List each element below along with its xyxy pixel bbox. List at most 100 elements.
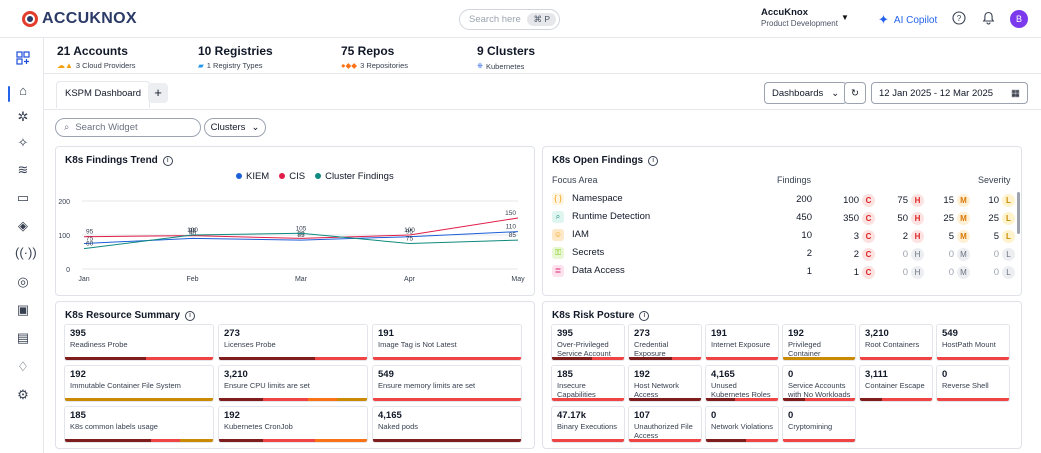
metric-tile[interactable]: 3,210 Ensure CPU limits are set (218, 365, 368, 402)
metric-value: 0 (788, 410, 794, 421)
legend-cluster-findings[interactable]: Cluster Findings (315, 171, 394, 182)
metric-tile[interactable]: 192 Privileged Container (782, 324, 856, 361)
open-findings-row[interactable]: ⚿ Secrets 2 2 C 0 H 0 M 0 L (552, 246, 1015, 264)
legend-cis[interactable]: CIS (279, 171, 305, 182)
metric-tile[interactable]: 192 Kubernetes CronJob (218, 406, 368, 443)
severity-bar (65, 357, 213, 360)
report-icon[interactable]: ▤ (15, 330, 31, 346)
sparkles-icon[interactable]: ✧ (15, 135, 31, 151)
severity-badge-l: L (1002, 266, 1015, 279)
open-findings-row[interactable]: ☺ IAM 10 3 C 2 H 5 M 5 L (552, 228, 1015, 246)
metric-tile[interactable]: 4,165 Unused Kubernetes Roles (705, 365, 779, 402)
info-icon[interactable]: i (162, 155, 173, 166)
medium-count-value: 25 (943, 213, 954, 224)
ai-copilot-button[interactable]: ✦ AI Copilot (878, 12, 937, 28)
terminal-icon[interactable]: ▭ (15, 190, 31, 206)
focus-area-label: IAM (572, 229, 589, 240)
metric-tile[interactable]: 192 Immutable Container File System (64, 365, 214, 402)
metric-tile[interactable]: 0 Service Accounts with No Workloads (782, 365, 856, 402)
user-avatar[interactable]: B (1010, 10, 1028, 28)
date-range-picker[interactable]: 12 Jan 2025 - 12 Mar 2025 ▦ (871, 82, 1028, 104)
open-findings-scrollbar[interactable] (1017, 192, 1020, 234)
metric-tile[interactable]: 0 Cryptomining (782, 406, 856, 443)
medium-count-value: 0 (948, 249, 954, 260)
clusters-filter-label: Clusters (210, 122, 246, 133)
metric-tile[interactable]: 3,111 Container Escape (859, 365, 933, 402)
info-icon[interactable]: i (648, 155, 659, 166)
metric-tile[interactable]: 395 Readiness Probe (64, 324, 214, 361)
metric-tile[interactable]: 395 Over-Privileged Service Account (551, 324, 625, 361)
severity-bar (706, 439, 778, 442)
metric-tile[interactable]: 273 Licenses Probe (218, 324, 368, 361)
ai-copilot-label: AI Copilot (893, 14, 938, 26)
help-icon[interactable]: ? (951, 11, 967, 27)
open-findings-row[interactable]: ≣ Data Access 1 1 C 0 H 0 M 0 L (552, 264, 1015, 282)
calendar-icon: ▦ (1011, 87, 1020, 99)
metric-tile[interactable]: 549 Ensure memory limits are set (372, 365, 522, 402)
severity-badge-m: M (957, 230, 970, 243)
dashboard-grid-icon[interactable] (15, 51, 31, 67)
open-findings-row[interactable]: { } Namespace 200 100 C 75 H 15 M 10 L (552, 192, 1015, 210)
sidebar: ⌂ ✲ ✧ ≋ ▭ ◈ ((·)) ◎ ▣ ▤ ♢ ⚙ (0, 38, 44, 453)
metric-label: Over-Privileged Service Account (557, 340, 611, 359)
data-label: 110 (506, 224, 517, 231)
medium-count: 0M (930, 266, 970, 279)
fingerprint-icon[interactable]: ◎ (15, 274, 31, 290)
clusters-filter-dropdown[interactable]: Clusters ⌄ (204, 118, 266, 137)
high-count-value: 75 (897, 195, 908, 206)
global-search-input[interactable]: Search here ⌘ P (459, 9, 560, 30)
metric-tile[interactable]: 0 Reverse Shell (936, 365, 1010, 402)
info-icon[interactable]: i (639, 310, 650, 321)
layers-icon[interactable]: ≋ (15, 162, 31, 178)
org-switcher[interactable]: AccuKnox Product Development (761, 7, 838, 28)
summary-repos[interactable]: 75 Repos ●◆◆ 3 Repositories (341, 44, 408, 70)
settings-gear-icon[interactable]: ⚙ (15, 387, 31, 403)
refresh-button[interactable]: ↻ (844, 82, 866, 104)
monitor-icon[interactable]: ▣ (15, 302, 31, 318)
bell-icon[interactable] (980, 11, 996, 27)
metric-tile[interactable]: 47.17k Binary Executions (551, 406, 625, 443)
metric-tile[interactable]: 3,210 Root Containers (859, 324, 933, 361)
home-icon[interactable]: ⌂ (15, 83, 31, 99)
summary-accounts[interactable]: 21 Accounts ☁▲ 3 Cloud Providers (57, 44, 136, 70)
legend-kiem[interactable]: KIEM (236, 171, 269, 182)
metric-tile[interactable]: 107 Unauthorized File Access (628, 406, 702, 443)
metric-label: Host Network Access (634, 381, 680, 400)
metric-tile[interactable]: 0 Network Violations (705, 406, 779, 443)
metric-tile[interactable]: 185 K8s common labels usage (64, 406, 214, 443)
shield-check-icon[interactable]: ◈ (15, 218, 31, 234)
severity-bar-segment (65, 357, 147, 360)
summary-registries[interactable]: 10 Registries ▰ 1 Registry Types (198, 44, 273, 70)
high-count: 0H (884, 248, 924, 261)
open-findings-row[interactable]: ⌕ Runtime Detection 450 350 C 50 H 25 M 25 L (552, 210, 1015, 228)
notification-icon[interactable]: ♢ (15, 359, 31, 375)
metric-tile[interactable]: 191 Image Tag is Not Latest (372, 324, 522, 361)
caret-down-icon[interactable]: ▼ (841, 13, 849, 22)
metric-tile[interactable]: 4,165 Naked pods (372, 406, 522, 443)
add-tab-button[interactable]: + (148, 83, 168, 103)
dashboards-dropdown[interactable]: Dashboards ⌄ (764, 82, 848, 104)
critical-count-value: 3 (853, 231, 859, 242)
metric-tile[interactable]: 549 HostPath Mount (936, 324, 1010, 361)
metric-tile[interactable]: 192 Host Network Access (628, 365, 702, 402)
summary-registries-title: 10 Registries (198, 44, 273, 58)
search-widget-input[interactable]: ⌕ Search Widget (55, 118, 201, 137)
info-icon[interactable]: i (185, 310, 196, 321)
y-tick-label: 100 (58, 233, 70, 240)
broadcast-icon[interactable]: ((·)) (15, 245, 37, 261)
metric-tile[interactable]: 273 Credential Exposure (628, 324, 702, 361)
severity-badge-l: L (1002, 248, 1015, 261)
severity-badge-c: C (862, 212, 875, 225)
severity-bar (937, 357, 1009, 360)
severity-bar (65, 398, 213, 401)
logo[interactable]: ACCUKNOX (22, 10, 137, 28)
bug-icon[interactable]: ✲ (15, 109, 31, 125)
user-group-icon: ☺ (552, 229, 564, 241)
metric-tile[interactable]: 185 Insecure Capabilities (551, 365, 625, 402)
metric-tile[interactable]: 191 Internet Exposure (705, 324, 779, 361)
tab-kspm-dashboard[interactable]: KSPM Dashboard (56, 81, 151, 108)
search-placeholder: Search here (469, 14, 521, 25)
summary-clusters[interactable]: 9 Clusters ⎈ Kubernetes (477, 44, 535, 71)
low-count: 5L (975, 230, 1015, 243)
cloud-providers-icon: ☁▲ (57, 61, 73, 70)
